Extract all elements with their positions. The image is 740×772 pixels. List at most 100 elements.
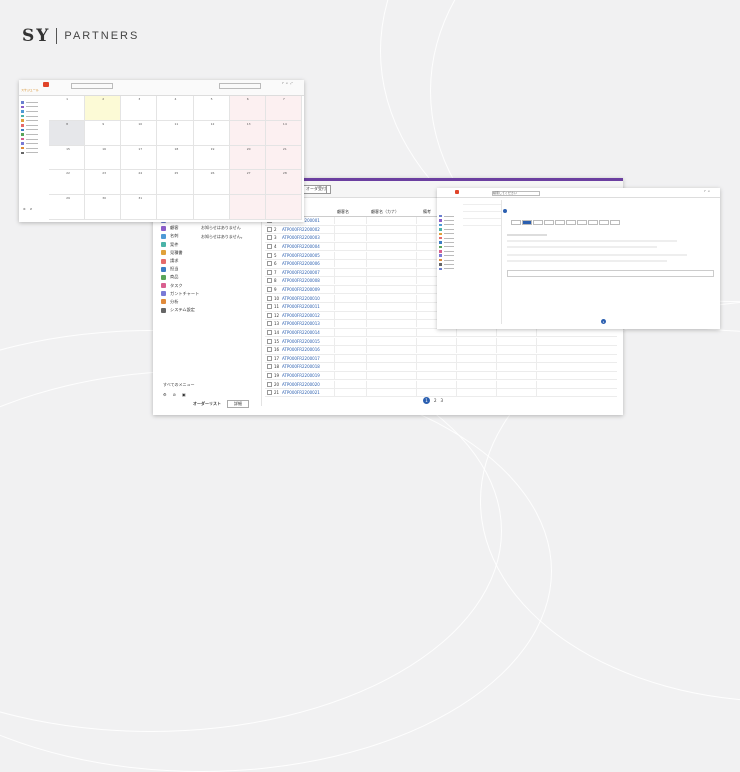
order-id-link[interactable]: ATP000FR2200007 — [282, 270, 334, 275]
table-row[interactable]: 20 ATP000FR2200020 — [265, 380, 617, 389]
calendar-day[interactable]: 28 — [265, 170, 302, 196]
order-id-link[interactable]: ATP000FR2200020 — [282, 382, 334, 387]
row-checkbox[interactable] — [267, 312, 272, 318]
calendar-day[interactable]: 13 — [229, 120, 266, 146]
order-id-link[interactable]: ATP000FR2200004 — [282, 244, 334, 249]
calendar-search[interactable] — [219, 83, 261, 89]
row-checkbox[interactable] — [267, 355, 272, 361]
order-id-link[interactable]: ATP000FR2200009 — [282, 287, 334, 292]
calendar-day[interactable]: 7 — [265, 96, 302, 121]
order-id-link[interactable]: ATP000FR2200008 — [282, 278, 334, 283]
col-customer-kana[interactable]: 顧客名（カナ） — [369, 209, 421, 216]
row-checkbox[interactable] — [267, 321, 272, 327]
footer-select[interactable]: 詳細 — [227, 400, 249, 408]
detail-tab[interactable] — [577, 220, 587, 225]
detail-tab[interactable] — [566, 220, 576, 225]
sidebar-item[interactable]: 担当 — [161, 265, 203, 273]
calendar-day[interactable]: 4 — [157, 96, 194, 121]
detail-tab[interactable] — [544, 220, 554, 225]
row-checkbox[interactable] — [267, 304, 272, 310]
calendar-day[interactable]: 17 — [121, 145, 158, 171]
table-row[interactable]: 14 ATP000FR2200014 — [265, 329, 617, 338]
sidebar-item[interactable]: タスク — [161, 282, 203, 290]
order-id-link[interactable]: ATP000FR2200017 — [282, 356, 334, 361]
row-checkbox[interactable] — [267, 338, 272, 344]
calendar-day[interactable]: 11 — [157, 120, 194, 146]
row-checkbox[interactable] — [267, 261, 272, 267]
row-checkbox[interactable] — [267, 226, 272, 232]
calendar-day[interactable]: 22 — [49, 170, 86, 196]
calendar-day[interactable]: 30 — [85, 195, 122, 220]
sidebar-item[interactable]: 案件 — [161, 241, 203, 249]
order-id-link[interactable]: ATP000FR2200006 — [282, 261, 334, 266]
order-id-link[interactable]: ATP000FR2200005 — [282, 253, 334, 258]
share-icon[interactable]: < — [286, 82, 289, 85]
calendar-day[interactable]: 26 — [193, 170, 230, 196]
detail-memo-input[interactable] — [507, 270, 714, 277]
sidebar-item[interactable]: 請求 — [161, 257, 203, 265]
order-id-link[interactable]: ATP000FR2200015 — [282, 339, 334, 344]
calendar-day[interactable]: 6 — [229, 96, 266, 121]
help-icon[interactable]: ? — [282, 82, 284, 85]
detail-tab[interactable] — [533, 220, 543, 225]
calendar-day[interactable]: 20 — [229, 145, 266, 171]
detail-search[interactable]: 検索してください — [492, 191, 540, 196]
calendar-day[interactable]: 9 — [85, 120, 122, 146]
calendar-day[interactable] — [265, 195, 302, 220]
row-checkbox[interactable] — [267, 252, 272, 258]
calendar-day[interactable]: 24 — [121, 170, 158, 196]
calendar-day[interactable]: 2 — [85, 96, 122, 121]
calendar-day[interactable]: 8 — [49, 120, 86, 146]
order-id-link[interactable]: ATP000FR2200011 — [282, 304, 334, 309]
order-add-button[interactable]: オーダ受付 — [303, 185, 327, 194]
calendar-day[interactable]: 15 — [49, 145, 86, 171]
calendar-day[interactable]: 10 — [121, 120, 158, 146]
table-row[interactable]: 17 ATP000FR2200017 — [265, 354, 617, 364]
calendar-day[interactable] — [229, 195, 266, 220]
calendar-filter[interactable] — [71, 83, 113, 89]
gear-icon[interactable]: ⚙ — [163, 392, 167, 397]
order-id-link[interactable]: ATP000FR2200002 — [282, 227, 334, 232]
calendar-day[interactable] — [157, 195, 194, 220]
detail-tab[interactable] — [588, 220, 598, 225]
calendar-day[interactable]: 19 — [193, 145, 230, 171]
calendar-day[interactable]: 1 — [49, 96, 86, 121]
detail-tab[interactable] — [599, 220, 609, 225]
sidebar-item[interactable]: 商品 — [161, 273, 203, 281]
calendar-day[interactable]: 16 — [85, 145, 122, 171]
order-id-link[interactable]: ATP000FR2200021 — [282, 390, 334, 395]
row-checkbox[interactable] — [267, 372, 272, 378]
calendar-day[interactable]: 25 — [157, 170, 194, 196]
sidebar-item[interactable] — [439, 267, 461, 271]
order-id-link[interactable]: ATP000FR2200018 — [282, 364, 334, 369]
table-row[interactable]: 16 ATP000FR2200016 — [265, 346, 617, 355]
detail-tab[interactable] — [511, 220, 521, 225]
col-customer[interactable]: 顧客名 — [335, 209, 369, 216]
calendar-day[interactable]: 23 — [85, 170, 122, 196]
sidebar-item[interactable]: 見積書 — [161, 249, 203, 257]
page-button[interactable]: 2 — [434, 398, 437, 403]
table-row[interactable]: 18 ATP000FR2200018 — [265, 363, 617, 372]
row-checkbox[interactable] — [267, 278, 272, 284]
page-button[interactable]: 1 — [423, 397, 430, 404]
row-checkbox[interactable] — [267, 244, 272, 250]
table-row[interactable]: 19 ATP000FR2200019 — [265, 371, 617, 381]
sidebar-item[interactable]: 顧客 — [161, 224, 203, 232]
order-id-link[interactable]: ATP000FR2200012 — [282, 313, 334, 318]
help-icon[interactable]: ? — [704, 190, 706, 193]
detail-tab[interactable] — [522, 220, 532, 225]
calendar-day[interactable]: 3 — [121, 96, 158, 121]
page-button[interactable]: 3 — [441, 398, 444, 403]
sidebar-item[interactable]: 名刺 — [161, 232, 203, 240]
calendar-day[interactable]: 5 — [193, 96, 230, 121]
sidebar-item[interactable]: ガントチャート — [161, 290, 203, 298]
gear-icon[interactable]: ⚙ — [23, 208, 26, 211]
row-checkbox[interactable] — [267, 381, 272, 387]
calendar-day[interactable] — [193, 195, 230, 220]
order-id-link[interactable]: ATP000FR2200019 — [282, 373, 334, 378]
order-id-link[interactable]: ATP000FR2200003 — [282, 235, 334, 240]
sidebar-item[interactable]: 分析 — [161, 298, 203, 306]
sidebar-item[interactable] — [21, 151, 45, 156]
row-checkbox[interactable] — [267, 330, 272, 336]
order-id-link[interactable]: ATP000FR2200010 — [282, 296, 334, 301]
